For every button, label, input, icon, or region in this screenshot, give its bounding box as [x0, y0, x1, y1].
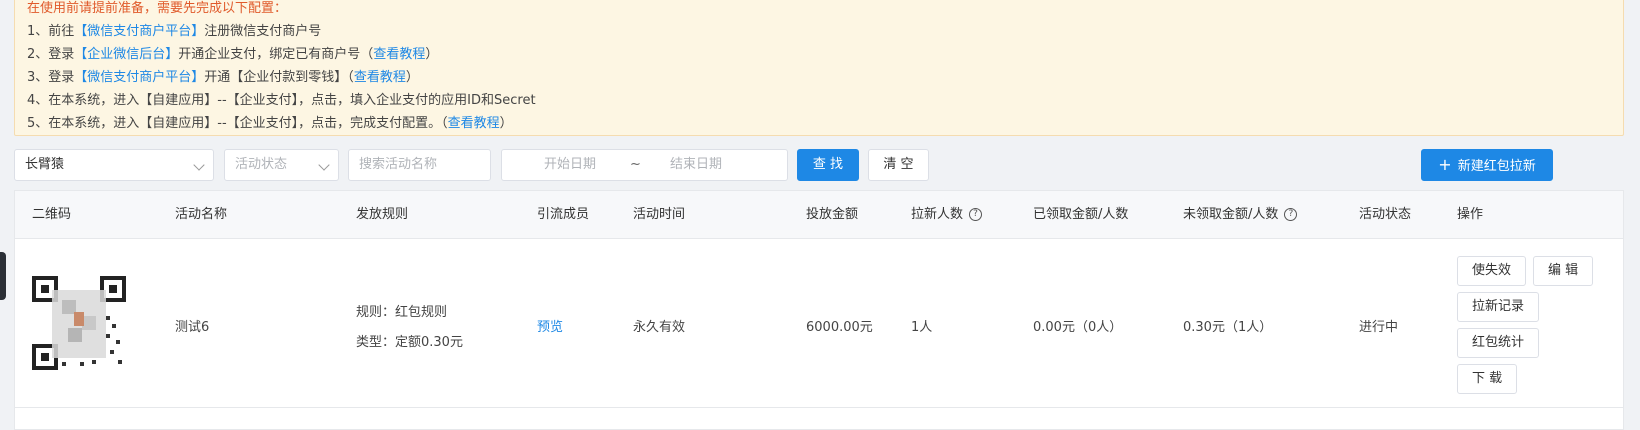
member-preview-link[interactable]: 预览 — [537, 316, 563, 335]
disable-button[interactable]: 使失效 — [1457, 256, 1527, 286]
account-select-value: 长臂猿 — [25, 157, 65, 172]
unclaimed-amount: 0.30元（1人） — [1183, 320, 1273, 335]
end-date-input[interactable]: 结束日期 — [670, 150, 722, 180]
table-row: 测试6 规则：红包规则 类型：定额0.30元 预览 永久有效 6000.00元 … — [15, 240, 1623, 408]
new-campaign-button[interactable]: + 新建红包拉新 — [1421, 149, 1553, 181]
wechat-pay-merchant-link[interactable]: 【微信支付商户平台】 — [74, 70, 204, 85]
col-ops: 操作 — [1457, 207, 1484, 222]
tutorial-link[interactable]: 查看教程 — [448, 116, 500, 131]
notice-text: ） — [425, 47, 439, 62]
clear-button[interactable]: 清 空 — [868, 149, 929, 181]
start-date-input[interactable]: 开始日期 — [544, 150, 596, 180]
col-qrcode: 二维码 — [32, 207, 72, 222]
notice-line-3: 3、登录【微信支付商户平台】开通【企业付款到零钱】（查看教程） — [27, 66, 1611, 89]
campaign-time: 永久有效 — [633, 320, 686, 335]
tutorial-link[interactable]: 查看教程 — [373, 47, 425, 62]
download-button[interactable]: 下 载 — [1457, 364, 1518, 394]
notice-text: 3、登录 — [27, 70, 75, 85]
col-time: 活动时间 — [633, 207, 686, 222]
table-header: 二维码 活动名称 发放规则 引流成员 活动时间 投放金额 拉新人数? 已领取金额… — [15, 191, 1623, 239]
col-status: 活动状态 — [1359, 207, 1412, 222]
col-member: 引流成员 — [537, 207, 590, 222]
notice-line-1: 1、前往【微信支付商户平台】注册微信支付商户号 — [27, 20, 1611, 43]
search-input[interactable]: 搜索活动名称 — [348, 149, 491, 181]
campaign-name: 测试6 — [175, 320, 210, 335]
notice-line-4: 4、在本系统，进入【自建应用】--【企业支付】，点击，填入企业支付的应用ID和S… — [27, 89, 1611, 112]
new-campaign-label: 新建红包拉新 — [1457, 159, 1536, 174]
qr-code-image — [32, 276, 126, 370]
chevron-down-icon — [318, 159, 330, 171]
notice-line-2: 2、登录【企业微信后台】开通企业支付，绑定已有商户号（查看教程） — [27, 43, 1611, 66]
help-icon[interactable]: ? — [1284, 208, 1298, 221]
tutorial-link[interactable]: 查看教程 — [354, 70, 406, 85]
col-name: 活动名称 — [175, 207, 228, 222]
sidebar-toggle-handle[interactable] — [0, 252, 6, 300]
edit-button[interactable]: 编 辑 — [1533, 256, 1594, 286]
range-separator: ~ — [630, 157, 641, 172]
col-rule: 发放规则 — [356, 207, 409, 222]
notice-text: 2、登录 — [27, 47, 75, 62]
rule-type: 类型：定额0.30元 — [356, 335, 463, 350]
notice-line-5: 5、在本系统，进入【自建应用】--【企业支付】，点击，完成支付配置。（查看教程） — [27, 112, 1611, 135]
col-claimed: 已领取金额/人数 — [1033, 207, 1129, 222]
notice-text: 1、前往 — [27, 24, 75, 39]
search-input-placeholder: 搜索活动名称 — [359, 157, 438, 172]
invited-count: 1人 — [911, 320, 933, 335]
status-select-placeholder: 活动状态 — [235, 157, 288, 172]
date-range-picker[interactable]: 开始日期 ~ 结束日期 — [501, 149, 788, 181]
notice-text: 5、在本系统，进入【自建应用】--【企业支付】，点击，完成支付配置。（ — [27, 116, 448, 131]
plus-icon: + — [1438, 155, 1452, 174]
col-unclaimed: 未领取金额/人数? — [1183, 191, 1298, 239]
invite-records-button[interactable]: 拉新记录 — [1457, 292, 1540, 322]
search-button[interactable]: 查 找 — [797, 149, 859, 181]
notice-box: 在使用前请提前准备，需要先完成以下配置： 1、前往【微信支付商户平台】注册微信支… — [14, 0, 1624, 136]
chevron-down-icon — [193, 159, 205, 171]
notice-text: 开通【企业付款到零钱】（ — [204, 70, 354, 85]
rule-line: 规则：红包规则 — [356, 305, 448, 320]
col-amount: 投放金额 — [806, 207, 859, 222]
notice-text: ） — [499, 116, 513, 131]
col-invited-label: 拉新人数 — [911, 207, 964, 222]
campaign-amount: 6000.00元 — [806, 320, 873, 335]
status-text: 进行中 — [1359, 320, 1399, 335]
wework-admin-link[interactable]: 【企业微信后台】 — [74, 47, 178, 62]
notice-text: ） — [405, 70, 419, 85]
account-select[interactable]: 长臂猿 — [14, 149, 214, 181]
claimed-amount: 0.00元（0人） — [1033, 320, 1123, 335]
help-icon[interactable]: ? — [969, 208, 983, 221]
notice-header: 在使用前请提前准备，需要先完成以下配置： — [27, 1, 288, 16]
notice-text: 注册微信支付商户号 — [204, 24, 322, 39]
status-select[interactable]: 活动状态 — [224, 149, 339, 181]
redpacket-stats-button[interactable]: 红包统计 — [1457, 328, 1540, 358]
notice-text: 开通企业支付，绑定已有商户号（ — [178, 47, 374, 62]
col-unclaimed-label: 未领取金额/人数 — [1183, 207, 1279, 222]
wechat-pay-merchant-link[interactable]: 【微信支付商户平台】 — [74, 24, 204, 39]
campaign-table: 二维码 活动名称 发放规则 引流成员 活动时间 投放金额 拉新人数? 已领取金额… — [14, 190, 1624, 430]
col-invited: 拉新人数? — [911, 191, 983, 239]
notice-text: 4、在本系统，进入【自建应用】--【企业支付】，点击，填入企业支付的应用ID和S… — [27, 93, 536, 108]
